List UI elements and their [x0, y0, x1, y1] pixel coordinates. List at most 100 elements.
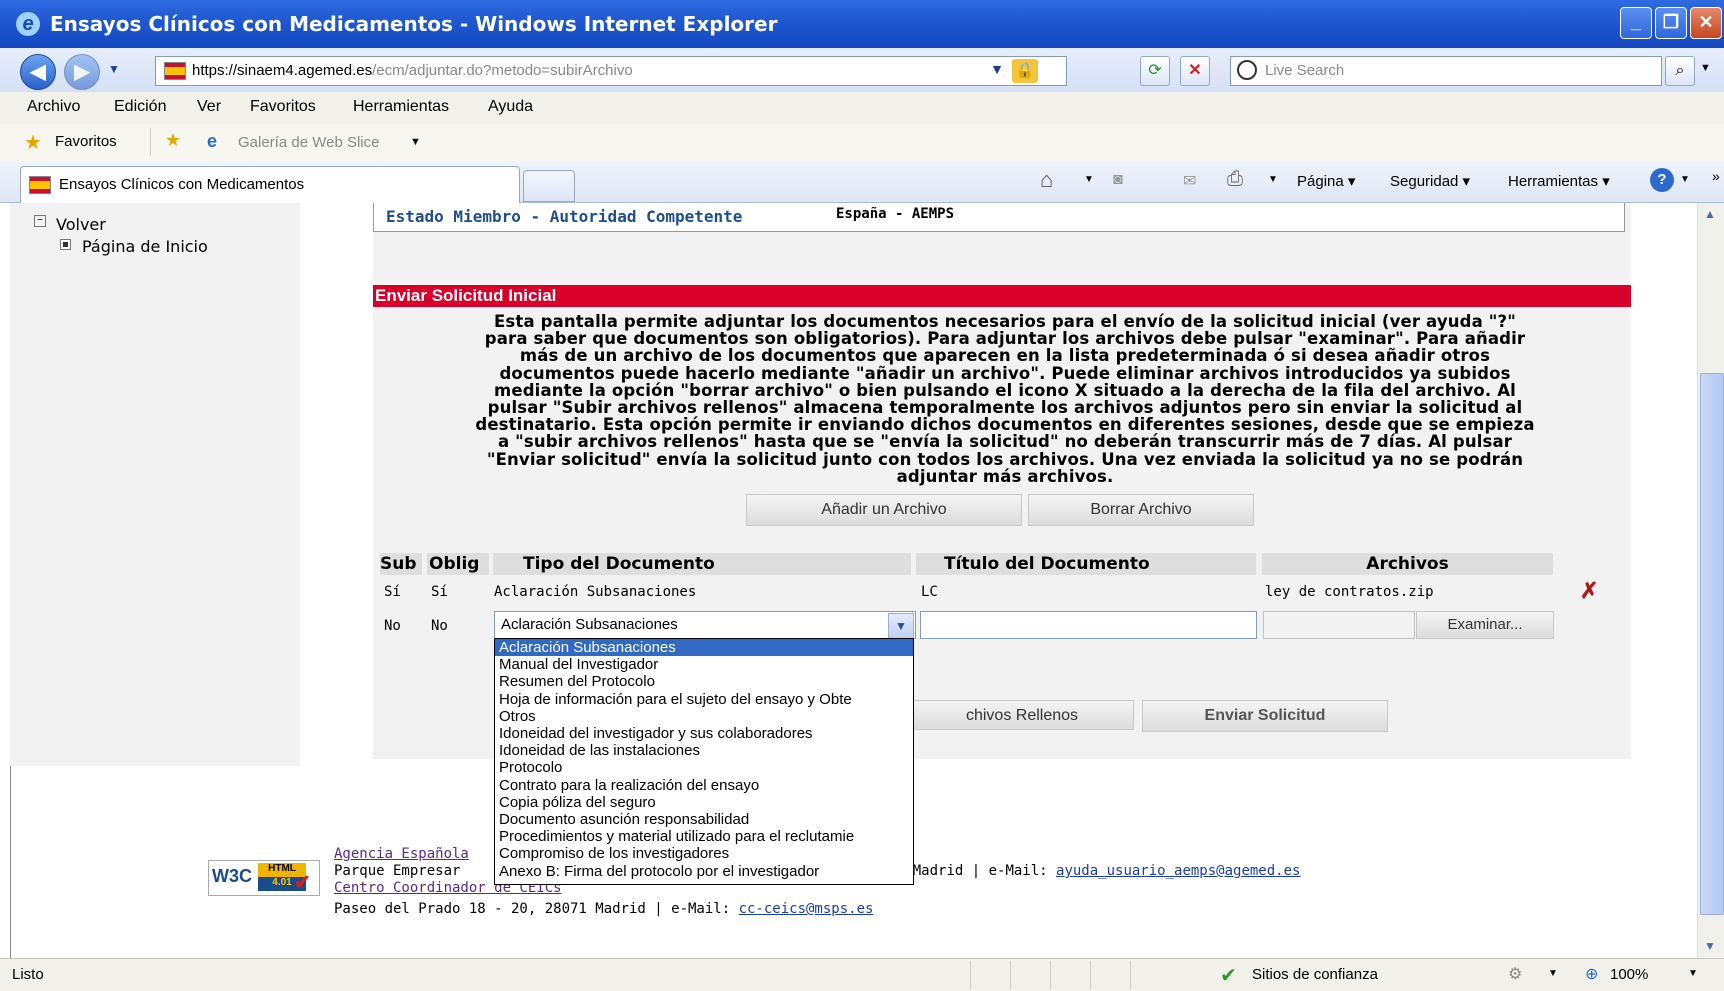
zoom-icon: ⊕ [1585, 966, 1599, 983]
print-icon[interactable]: ⎙ [1227, 168, 1243, 191]
webslice-dropdown-icon[interactable]: ▼ [410, 136, 421, 148]
history-dropdown-icon[interactable]: ▼ [108, 62, 120, 76]
menu-archivo[interactable]: Archivo [27, 98, 80, 116]
add-favorite-icon[interactable]: ★ [165, 130, 181, 151]
home-dropdown-icon[interactable]: ▼ [1084, 174, 1094, 185]
back-button[interactable]: ◀ [20, 54, 56, 90]
favorites-button[interactable]: Favoritos [55, 133, 117, 150]
dropdown-option[interactable]: Procedimientos y material utilizado para… [495, 828, 913, 845]
file-path-input[interactable] [1263, 611, 1415, 639]
lock-icon[interactable]: 🔒 [1012, 59, 1038, 83]
print-dropdown-icon[interactable]: ▼ [1268, 174, 1278, 185]
refresh-icon[interactable]: ⟳ [1140, 56, 1170, 86]
select-value: Aclaración Subsanaciones [501, 616, 678, 633]
menu-herramientas[interactable]: Herramientas [353, 98, 449, 116]
read-mail-icon[interactable]: ✉ [1183, 171, 1196, 191]
sidebar-item-volver[interactable]: Volver [56, 215, 106, 234]
search-input[interactable]: Live Search [1230, 56, 1662, 86]
dropdown-option[interactable]: Manual del Investigador [495, 656, 913, 673]
checkmark-icon: ✔ [294, 872, 311, 894]
security-zone[interactable]: Sitios de confianza [1252, 966, 1378, 983]
dropdown-option[interactable]: Otros [495, 708, 913, 725]
document-type-dropdown[interactable]: Aclaración Subsanaciones Manual del Inve… [494, 638, 914, 885]
vertical-scrollbar[interactable]: ▲ ▼ [1697, 203, 1724, 958]
help-icon[interactable]: ? [1650, 168, 1674, 192]
header-titulo: Título del Documento [916, 553, 1256, 575]
zone-dropdown-icon[interactable]: ▼ [1548, 968, 1558, 979]
minimize-button[interactable]: _ [1620, 7, 1652, 39]
webslice-gallery-link[interactable]: Galería de Web Slice [238, 134, 379, 151]
dropdown-option[interactable]: Documento asunción responsabilidad [495, 811, 913, 828]
webslice-icon: e [207, 131, 218, 151]
window-title-bar: e Ensayos Clínicos con Medicamentos - Wi… [0, 0, 1724, 48]
email-link-1[interactable]: ayuda_usuario_aemps@agemed.es [1056, 863, 1300, 879]
intro-line: adjuntar más archivos. [896, 466, 1114, 486]
security-menu[interactable]: Seguridad ▾ [1390, 172, 1470, 190]
email-link-2[interactable]: cc-ceics@msps.es [739, 901, 874, 917]
dropdown-option[interactable]: Protocolo [495, 759, 913, 776]
scroll-down-icon[interactable]: ▼ [1704, 939, 1716, 953]
address-dropdown-icon[interactable]: ▼ [990, 61, 1004, 77]
tools-menu[interactable]: Herramientas ▾ [1508, 172, 1610, 190]
row1-titulo: LC [921, 584, 938, 600]
search-options-icon[interactable]: ▼ [1700, 62, 1711, 74]
favorites-bar: ★ Favoritos ★ e Galería de Web Slice ▼ [0, 124, 1724, 163]
favbar-divider [150, 128, 151, 156]
dropdown-option[interactable]: Hoja de información para el sujeto del e… [495, 691, 913, 708]
w3c-html-badge[interactable]: W3C HTML 4.01 ✔ [208, 860, 320, 896]
tab-title: Ensayos Clínicos con Medicamentos [59, 176, 305, 193]
site-favicon-icon [164, 62, 186, 80]
send-request-button[interactable]: Enviar Solicitud [1142, 700, 1388, 732]
search-button-icon[interactable]: ⌕ [1665, 56, 1695, 86]
menu-ayuda[interactable]: Ayuda [488, 98, 533, 116]
agency-link[interactable]: Agencia Española [334, 846, 469, 862]
forward-button[interactable]: ▶ [64, 54, 100, 90]
menu-edicion[interactable]: Edición [114, 98, 166, 116]
dropdown-option[interactable]: Compromiso de los investigadores [495, 845, 913, 862]
header-oblig: Oblig [427, 553, 489, 575]
stop-icon[interactable]: ✕ [1180, 56, 1210, 86]
tab-ensayos[interactable]: Ensayos Clínicos con Medicamentos [20, 166, 520, 203]
add-file-button[interactable]: Añadir un Archivo [746, 494, 1022, 526]
row1-tipo: Aclaración Subsanaciones [494, 584, 697, 600]
section-title: Enviar Solicitud Inicial [375, 286, 557, 305]
document-title-input[interactable] [920, 611, 1257, 639]
scroll-thumb[interactable] [1700, 373, 1724, 915]
window-title: Ensayos Clínicos con Medicamentos - Wind… [50, 12, 778, 36]
dropdown-option[interactable]: Resumen del Protocolo [495, 673, 913, 690]
row2-oblig: No [431, 618, 448, 634]
live-search-icon [1237, 60, 1257, 80]
w3c-logo-icon: W3C [212, 866, 252, 886]
header-tipo: Tipo del Documento [493, 553, 911, 575]
delete-file-button[interactable]: Borrar Archivo [1028, 494, 1254, 526]
close-button[interactable]: ✕ [1690, 7, 1722, 39]
toolbar-overflow-icon[interactable]: » [1712, 168, 1720, 184]
new-tab-button[interactable] [523, 170, 575, 202]
address-bar[interactable]: https://sinaem4.agemed.es/ecm/adjuntar.d… [155, 56, 1067, 86]
home-icon[interactable]: ⌂ [1040, 167, 1053, 193]
help-dropdown-icon[interactable]: ▼ [1680, 174, 1690, 185]
dropdown-option[interactable]: Idoneidad de las instalaciones [495, 742, 913, 759]
menu-favoritos[interactable]: Favoritos [250, 98, 316, 116]
dropdown-option[interactable]: Idoneidad del investigador y sus colabor… [495, 725, 913, 742]
dropdown-option[interactable]: Aclaración Subsanaciones [495, 639, 913, 657]
maximize-button[interactable]: ❐ [1655, 7, 1687, 39]
feeds-icon[interactable]: ◙ [1113, 171, 1123, 189]
scroll-up-icon[interactable]: ▲ [1704, 207, 1716, 221]
sidebar-item-home[interactable]: Página de Inicio [82, 237, 208, 256]
dropdown-option[interactable]: Anexo B: Firma del protocolo por el inve… [495, 863, 913, 880]
chevron-down-icon[interactable]: ▼ [888, 613, 914, 639]
document-type-select[interactable]: Aclaración Subsanaciones ▼ [494, 611, 916, 639]
page-menu[interactable]: Página ▾ [1297, 172, 1355, 190]
menu-ver[interactable]: Ver [197, 98, 221, 116]
zoom-dropdown-icon[interactable]: ▼ [1688, 968, 1698, 979]
dropdown-option[interactable]: Contrato para la realización del ensayo [495, 777, 913, 794]
zoom-level[interactable]: 100% [1610, 966, 1648, 983]
protected-mode-icon[interactable]: ⚙ [1508, 964, 1522, 984]
collapse-icon[interactable]: − [34, 215, 46, 227]
dropdown-option[interactable]: Copia póliza del seguro [495, 794, 913, 811]
ie-icon: e [16, 12, 40, 36]
browse-button[interactable]: Examinar... [1416, 611, 1554, 639]
delete-row-x-icon[interactable]: ✗ [1580, 578, 1598, 604]
estado-value: España - AEMPS [836, 206, 955, 222]
